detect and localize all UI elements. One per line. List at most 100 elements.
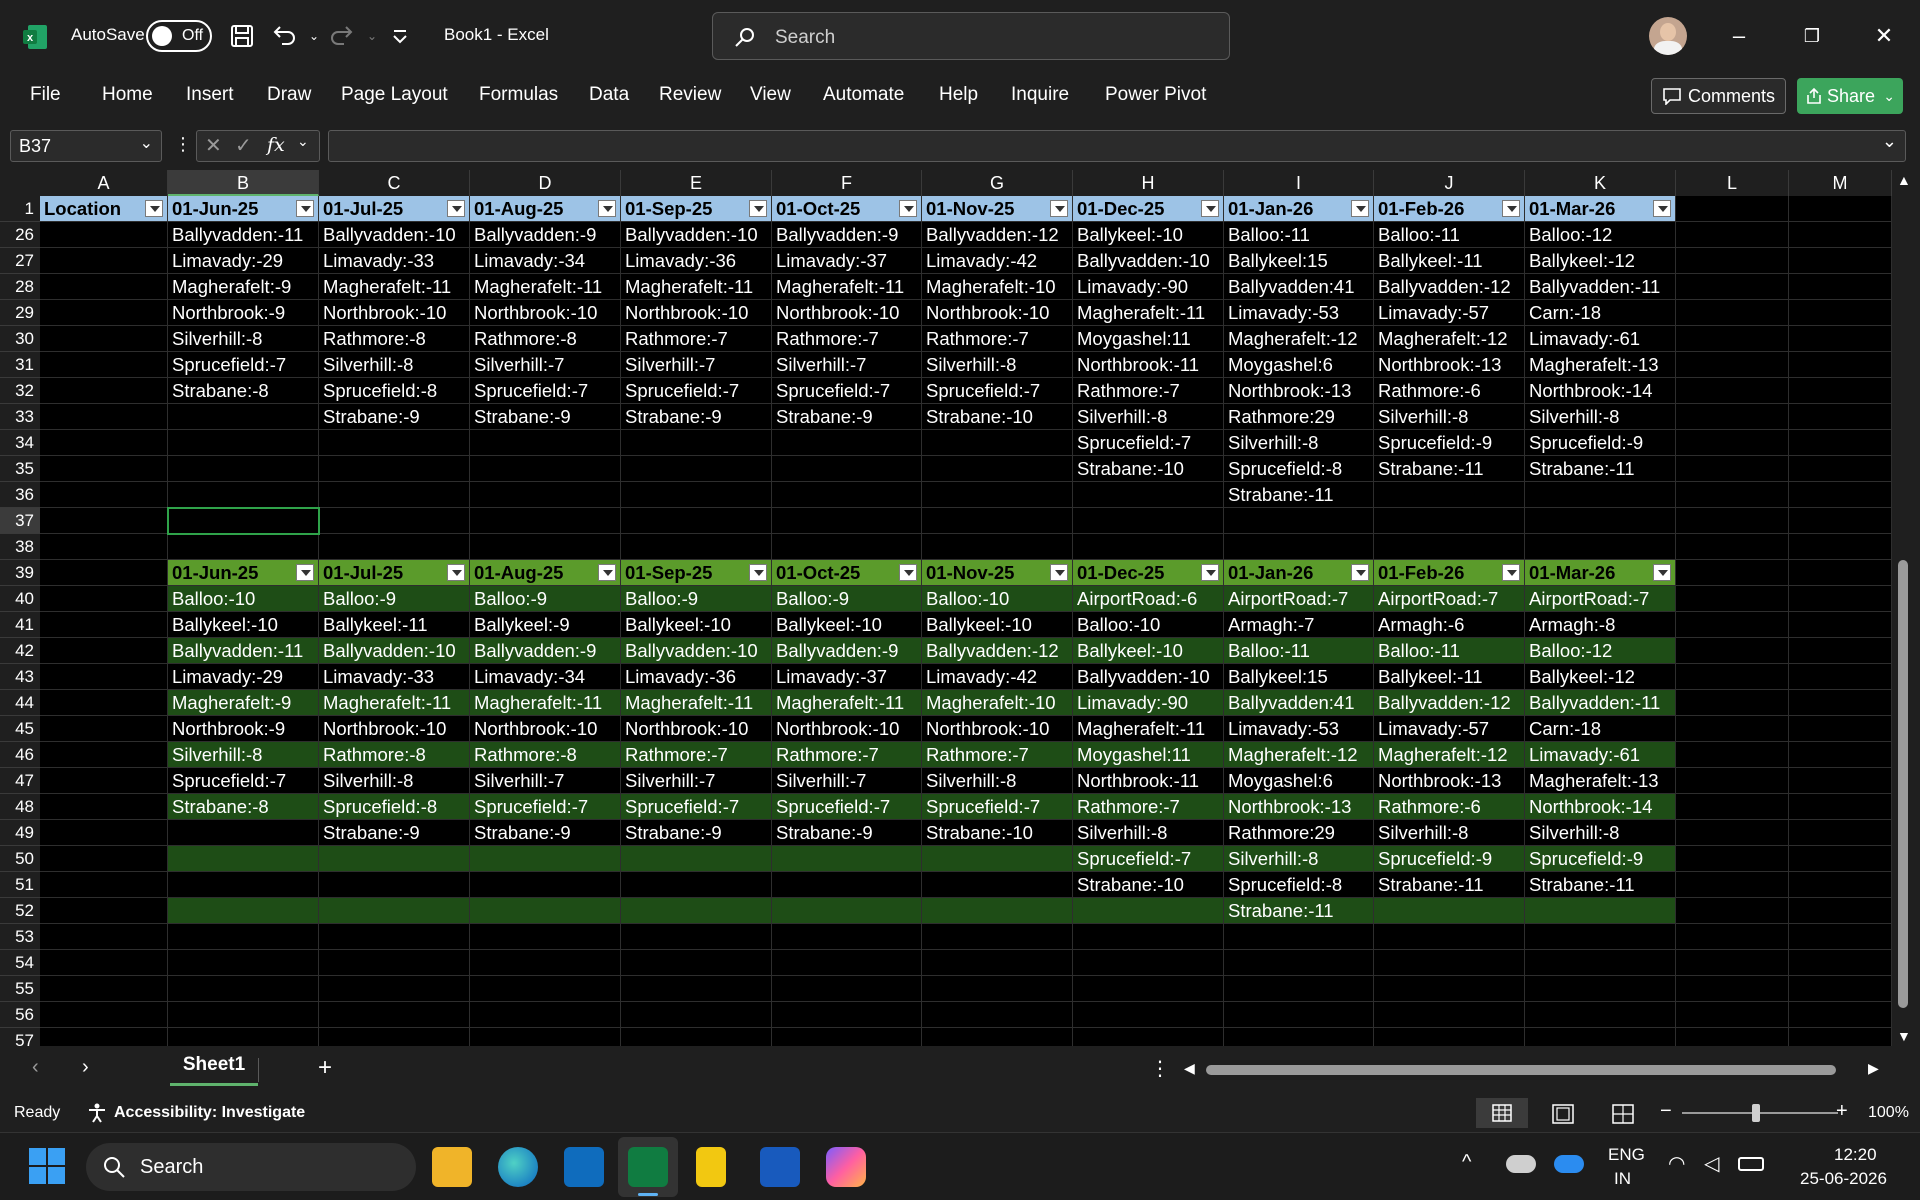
filter-dropdown-icon[interactable] (296, 564, 314, 581)
table-cell[interactable]: Sprucefield:-8 (319, 378, 470, 404)
table-cell[interactable]: Sprucefield:-7 (621, 794, 772, 820)
chevron-down-icon[interactable]: ⌄ (140, 129, 153, 159)
table-cell[interactable]: Northbrook:-13 (1224, 794, 1374, 820)
table-cell[interactable]: Ballykeel:-10 (168, 612, 319, 638)
cell[interactable] (1224, 976, 1374, 1002)
onedrive-business-icon[interactable] (1554, 1155, 1584, 1173)
autosave-toggle[interactable]: Off (146, 20, 212, 52)
cell[interactable] (40, 950, 168, 976)
table-cell[interactable]: Northbrook:-10 (922, 300, 1073, 326)
excel-taskbar-active[interactable] (618, 1137, 678, 1197)
zoom-slider[interactable] (1682, 1112, 1838, 1114)
cell[interactable] (1789, 664, 1892, 690)
table-cell[interactable]: Strabane:-9 (621, 820, 772, 846)
table-cell[interactable] (168, 430, 319, 456)
table-cell[interactable]: Balloo:-11 (1374, 222, 1525, 248)
cell[interactable] (1374, 924, 1525, 950)
cell[interactable] (319, 1028, 470, 1046)
table-cell[interactable]: Limavady:-57 (1374, 300, 1525, 326)
cell[interactable] (922, 950, 1073, 976)
chevron-up-icon[interactable]: ^ (1462, 1151, 1471, 1174)
scroll-up-icon[interactable]: ▲ (1897, 172, 1911, 188)
table-cell[interactable]: Strabane:-10 (1073, 456, 1224, 482)
table-cell[interactable] (470, 508, 621, 534)
table-cell[interactable] (168, 846, 319, 872)
table-cell[interactable]: Ballyvadden:-9 (470, 222, 621, 248)
table-header-cell[interactable]: 01-Sep-25 (621, 560, 772, 586)
cell[interactable] (1789, 716, 1892, 742)
cell[interactable] (1789, 456, 1892, 482)
filter-dropdown-icon[interactable] (145, 200, 163, 217)
table-cell[interactable]: Northbrook:-9 (168, 716, 319, 742)
comments-button[interactable]: Comments (1651, 78, 1786, 114)
cell[interactable] (621, 950, 772, 976)
table-cell[interactable]: Silverhill:-8 (1525, 820, 1676, 846)
filter-dropdown-icon[interactable] (1050, 564, 1068, 581)
table-cell[interactable]: Northbrook:-10 (621, 300, 772, 326)
table-cell[interactable] (1374, 898, 1525, 924)
cell[interactable] (40, 1028, 168, 1046)
table-cell[interactable]: Sprucefield:-8 (1224, 872, 1374, 898)
table-cell[interactable]: Limavady:-37 (772, 664, 922, 690)
table-cell[interactable] (922, 846, 1073, 872)
vertical-scroll-thumb[interactable] (1898, 560, 1908, 1008)
table-cell[interactable] (922, 508, 1073, 534)
table-cell[interactable]: Ballykeel:-12 (1525, 248, 1676, 274)
table-cell[interactable]: Silverhill:-7 (470, 352, 621, 378)
table-cell[interactable] (772, 846, 922, 872)
table-cell[interactable]: Magherafelt:-10 (922, 690, 1073, 716)
column-header-j[interactable]: J (1374, 170, 1525, 196)
tab-draw[interactable]: Draw (267, 84, 311, 106)
table-header-cell[interactable]: 01-Sep-25 (621, 196, 772, 222)
cell[interactable] (40, 794, 168, 820)
table-header-cell[interactable]: 01-Dec-25 (1073, 196, 1224, 222)
table-cell[interactable]: Northbrook:-10 (470, 716, 621, 742)
table-cell[interactable] (319, 430, 470, 456)
table-cell[interactable]: Strabane:-9 (772, 404, 922, 430)
cell[interactable] (168, 950, 319, 976)
outlook-icon[interactable] (564, 1147, 604, 1187)
table-cell[interactable]: Magherafelt:-9 (168, 274, 319, 300)
table-cell[interactable]: Northbrook:-10 (772, 716, 922, 742)
scroll-right-icon[interactable]: ▶ (1868, 1060, 1879, 1077)
table-cell[interactable] (319, 898, 470, 924)
table-cell[interactable]: Ballyvadden:-10 (319, 638, 470, 664)
cell[interactable] (621, 976, 772, 1002)
cell[interactable] (1789, 352, 1892, 378)
table-header-cell[interactable]: 01-Nov-25 (922, 196, 1073, 222)
table-cell[interactable]: Ballykeel:15 (1224, 664, 1374, 690)
cell[interactable] (1374, 1002, 1525, 1028)
row-header[interactable]: 51 (0, 872, 40, 898)
name-box[interactable]: B37 ⌄ (10, 130, 162, 162)
table-cell[interactable]: Silverhill:-8 (922, 768, 1073, 794)
table-cell[interactable]: Northbrook:-13 (1374, 352, 1525, 378)
table-cell[interactable] (470, 430, 621, 456)
table-cell[interactable]: Strabane:-11 (1224, 898, 1374, 924)
cell[interactable] (1789, 586, 1892, 612)
table-cell[interactable]: Silverhill:-8 (1224, 846, 1374, 872)
cell[interactable] (40, 898, 168, 924)
cell[interactable] (1789, 742, 1892, 768)
filter-dropdown-icon[interactable] (1050, 200, 1068, 217)
table-cell[interactable]: Ballykeel:-11 (1374, 248, 1525, 274)
table-cell[interactable] (319, 872, 470, 898)
table-header-cell[interactable]: 01-Dec-25 (1073, 560, 1224, 586)
cell[interactable] (1374, 950, 1525, 976)
table-cell[interactable]: Strabane:-9 (772, 820, 922, 846)
cell[interactable] (772, 1028, 922, 1046)
filter-dropdown-icon[interactable] (1502, 564, 1520, 581)
cell[interactable] (1789, 560, 1892, 586)
table-cell[interactable]: Northbrook:-11 (1073, 352, 1224, 378)
table-cell[interactable]: Northbrook:-13 (1224, 378, 1374, 404)
table-cell[interactable]: Silverhill:-8 (168, 326, 319, 352)
save-icon[interactable] (226, 20, 258, 52)
table-cell[interactable]: Magherafelt:-9 (168, 690, 319, 716)
table-cell[interactable] (470, 456, 621, 482)
row-header[interactable]: 46 (0, 742, 40, 768)
table-cell[interactable] (922, 456, 1073, 482)
row-header[interactable]: 50 (0, 846, 40, 872)
table-cell[interactable]: Northbrook:-10 (621, 716, 772, 742)
chevron-down-icon[interactable]: ⌄ (297, 133, 309, 150)
table-header-cell[interactable]: 01-Jan-26 (1224, 196, 1374, 222)
zoom-level[interactable]: 100% (1868, 1104, 1909, 1122)
